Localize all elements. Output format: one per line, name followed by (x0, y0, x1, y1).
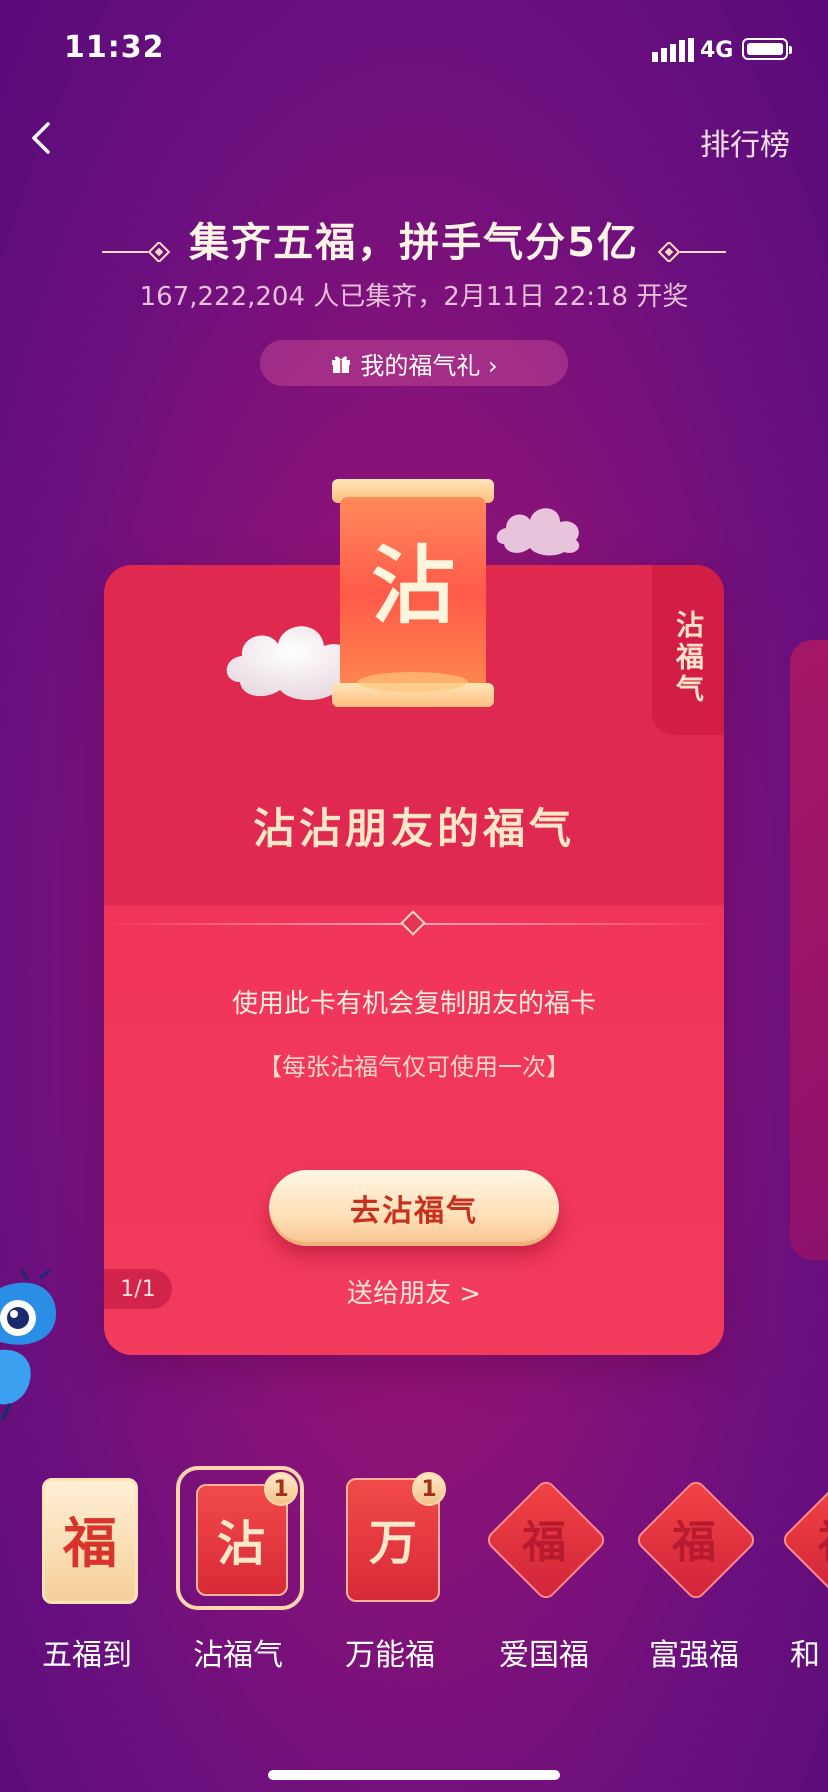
collected-count-text: 167,222,204 人已集齐，2月11日 22:18 开奖 (139, 282, 689, 312)
back-icon[interactable] (22, 118, 62, 158)
fu-card-zhanfuqi[interactable]: 沾 1 (176, 1466, 304, 1610)
page-indicator: 1/1 (104, 1269, 172, 1309)
ornament-right-icon (657, 241, 727, 262)
card-description: 使用此卡有机会复制朋友的福卡 (231, 989, 596, 1019)
fu-card-label[interactable]: 富强福 (619, 1630, 769, 1674)
fu-card-wufudao[interactable]: 福 (36, 1478, 156, 1604)
network-label: 4G (700, 38, 734, 63)
emblem-char: 沾 (371, 536, 455, 635)
card-emblem: 沾 (332, 479, 494, 707)
card-side-tag: 沾福气 (652, 565, 724, 735)
card-title: 沾沾朋友的福气 (252, 804, 575, 853)
card-note: 【每张沾福气仅可使用一次】 (258, 1053, 570, 1081)
page-title: 集齐五福，拼手气分5亿 (189, 220, 639, 266)
my-gift-button[interactable]: 我的福气礼 › (260, 340, 568, 386)
divider-diamond-icon (400, 910, 426, 936)
battery-icon (742, 38, 792, 60)
fu-card-glyph: 福 (672, 1517, 716, 1568)
count-badge: 1 (412, 1472, 446, 1506)
ranking-link[interactable]: 排行榜 (700, 120, 790, 164)
status-time: 11:32 (64, 30, 165, 65)
ornament-left-icon (101, 241, 171, 262)
use-card-button[interactable]: 去沾福气 (269, 1170, 559, 1246)
home-indicator[interactable] (268, 1770, 560, 1780)
send-to-friend-link[interactable]: 送给朋友 > (104, 1273, 724, 1310)
fu-card-wannengfu[interactable]: 万 1 (340, 1472, 460, 1602)
ant-mascot-icon[interactable] (0, 1270, 70, 1420)
next-card-peek[interactable] (790, 640, 828, 1260)
header-title-row: 集齐五福，拼手气分5亿 (0, 210, 828, 268)
fu-card-glyph: 福 (780, 1478, 828, 1598)
fu-card-label[interactable]: 万能福 (315, 1630, 465, 1674)
fu-card-glyph: 福 (522, 1517, 566, 1568)
fu-card-aiguofu[interactable]: 福 (483, 1477, 609, 1603)
fu-card-fuqiangfu[interactable]: 福 (633, 1477, 759, 1603)
fu-card-label[interactable]: 五福到 (12, 1630, 162, 1674)
cloud-right-icon (496, 508, 580, 556)
count-badge: 1 (264, 1472, 298, 1506)
fu-card-label[interactable]: 和 (790, 1630, 828, 1674)
gift-icon (332, 356, 351, 373)
fu-card-glyph: 福 (63, 1510, 117, 1575)
fu-card-label[interactable]: 爱国福 (469, 1630, 619, 1674)
my-gift-label: 我的福气礼 › (360, 351, 498, 380)
fu-card-label[interactable]: 沾福气 (163, 1630, 313, 1674)
signal-icon (652, 38, 694, 62)
fu-card-hexiefu[interactable]: 福 (780, 1478, 828, 1598)
